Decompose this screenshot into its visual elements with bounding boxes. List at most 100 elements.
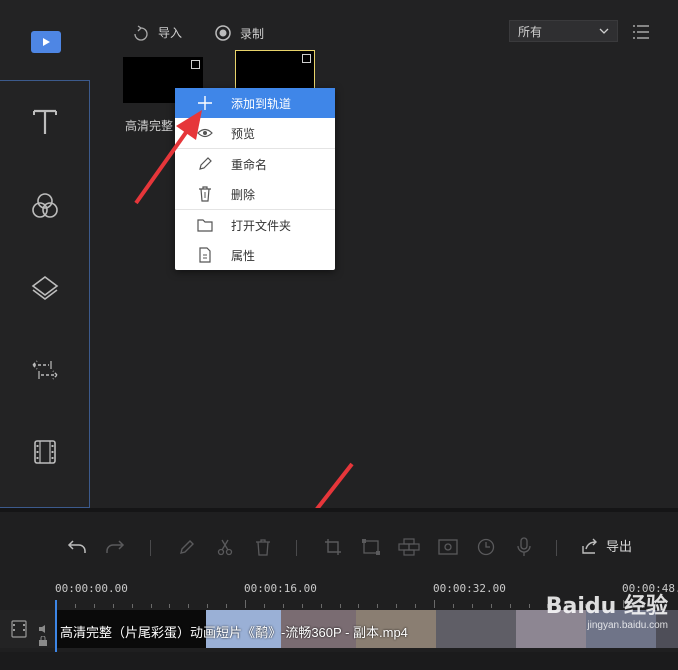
filter-dropdown[interactable]: 所有 <box>509 20 618 42</box>
film-tool-button[interactable] <box>28 435 62 469</box>
ruler-tick <box>471 604 473 608</box>
toolbar-divider <box>556 540 557 556</box>
record-label: 录制 <box>240 26 265 41</box>
media-library-button[interactable] <box>31 31 61 53</box>
empty-track <box>0 652 678 670</box>
mosaic-button[interactable] <box>360 536 382 558</box>
annotation-arrow-up <box>134 110 202 205</box>
document-icon <box>199 247 211 263</box>
folder-icon <box>197 219 213 232</box>
time-label: 00:00:00.00 <box>55 582 128 595</box>
filter-tool-button[interactable] <box>28 189 62 223</box>
trash-icon <box>256 539 270 556</box>
transition-tool-button[interactable] <box>28 353 62 387</box>
import-icon <box>134 24 148 41</box>
grid-icon <box>398 538 420 556</box>
microphone-icon <box>517 537 531 556</box>
filter-icon <box>32 193 58 218</box>
split-screen-button[interactable] <box>398 536 420 558</box>
time-label: 00:00:32.00 <box>433 582 506 595</box>
ruler-tick <box>245 600 246 608</box>
film-badge-icon <box>302 54 311 63</box>
record-button[interactable]: 录制 <box>214 24 264 42</box>
ruler-tick <box>112 604 114 608</box>
cut-button[interactable] <box>214 536 236 558</box>
clock-icon <box>477 538 495 556</box>
crop-icon <box>325 539 341 555</box>
ruler-tick <box>434 600 435 608</box>
menu-item-open-folder[interactable]: 打开文件夹 <box>175 210 335 240</box>
track-header <box>0 610 56 648</box>
duration-button[interactable] <box>475 536 497 558</box>
ruler-tick <box>509 604 511 608</box>
film-icon <box>11 620 27 638</box>
ruler-tick <box>452 604 454 608</box>
scissors-icon <box>217 539 233 556</box>
toolbar-divider <box>296 540 297 556</box>
ruler-tick <box>207 604 209 608</box>
layers-icon <box>31 276 59 300</box>
ruler-tick <box>93 604 95 608</box>
ruler-tick <box>528 604 530 608</box>
menu-item-label: 属性 <box>231 248 256 263</box>
text-icon <box>33 109 57 134</box>
menu-item-label: 预览 <box>231 126 256 141</box>
ruler-tick <box>320 604 322 608</box>
export-label: 导出 <box>606 539 633 554</box>
tool-panel <box>0 80 90 508</box>
transition-icon <box>32 360 58 380</box>
overlay-tool-button[interactable] <box>28 271 62 305</box>
ruler-tick <box>131 604 133 608</box>
undo-icon <box>67 540 86 553</box>
ruler-tick <box>169 604 171 608</box>
play-icon <box>43 38 50 46</box>
import-label: 导入 <box>158 26 183 40</box>
sidebar-top <box>0 0 90 80</box>
baidu-watermark: Baidu 经验 jingyan.baidu.com <box>546 588 668 631</box>
ruler-tick <box>396 604 398 608</box>
record-icon <box>215 25 231 41</box>
text-tool-button[interactable] <box>28 105 62 139</box>
mosaic-icon <box>362 539 380 555</box>
ruler-tick <box>358 604 360 608</box>
share-icon <box>582 538 597 554</box>
ruler-tick <box>377 604 379 608</box>
sidebar <box>0 0 90 508</box>
undo-button[interactable] <box>66 536 88 558</box>
redo-icon <box>106 540 125 553</box>
delete-button[interactable] <box>252 536 274 558</box>
speaker-icon[interactable] <box>38 624 48 634</box>
toolbar-divider <box>150 540 151 556</box>
redo-button[interactable] <box>104 536 126 558</box>
export-button[interactable]: 导出 <box>580 536 632 555</box>
crop-button[interactable] <box>322 536 344 558</box>
film-badge-icon <box>191 60 200 69</box>
menu-item-label: 添加到轨道 <box>231 96 292 111</box>
filter-value: 所有 <box>518 24 543 39</box>
ruler-tick <box>490 604 492 608</box>
freeze-frame-button[interactable] <box>437 536 459 558</box>
voiceover-button[interactable] <box>513 536 535 558</box>
ruler-tick <box>150 604 152 608</box>
ruler-tick <box>301 604 303 608</box>
clip-title: 高清完整（片尾彩蛋）动画短片《鹬》-流畅360P - 副本.mp4 <box>60 625 408 640</box>
frame-icon <box>438 539 458 555</box>
ruler-tick <box>226 604 228 608</box>
ruler-tick <box>74 604 76 608</box>
list-view-button[interactable] <box>632 24 650 40</box>
ruler-tick <box>263 604 265 608</box>
watermark-url: jingyan.baidu.com <box>587 620 668 631</box>
lock-icon[interactable] <box>38 636 48 646</box>
timeline-toolbar: 导出 <box>0 532 678 562</box>
video-editor-window: 导入 录制 所有 高清完整 添加到轨道 预览 重命名 删除 打开文件夹 属性 导… <box>0 0 678 670</box>
menu-item-properties[interactable]: 属性 <box>175 240 335 270</box>
chevron-down-icon <box>599 28 609 34</box>
menu-item-label: 打开文件夹 <box>231 218 292 233</box>
import-button[interactable]: 导入 <box>132 24 182 41</box>
menu-item-label: 重命名 <box>231 157 268 172</box>
ruler-tick <box>415 604 417 608</box>
ruler-tick <box>339 604 341 608</box>
edit-button[interactable] <box>176 536 198 558</box>
film-icon <box>34 440 56 464</box>
time-label: 00:00:16.00 <box>244 582 317 595</box>
